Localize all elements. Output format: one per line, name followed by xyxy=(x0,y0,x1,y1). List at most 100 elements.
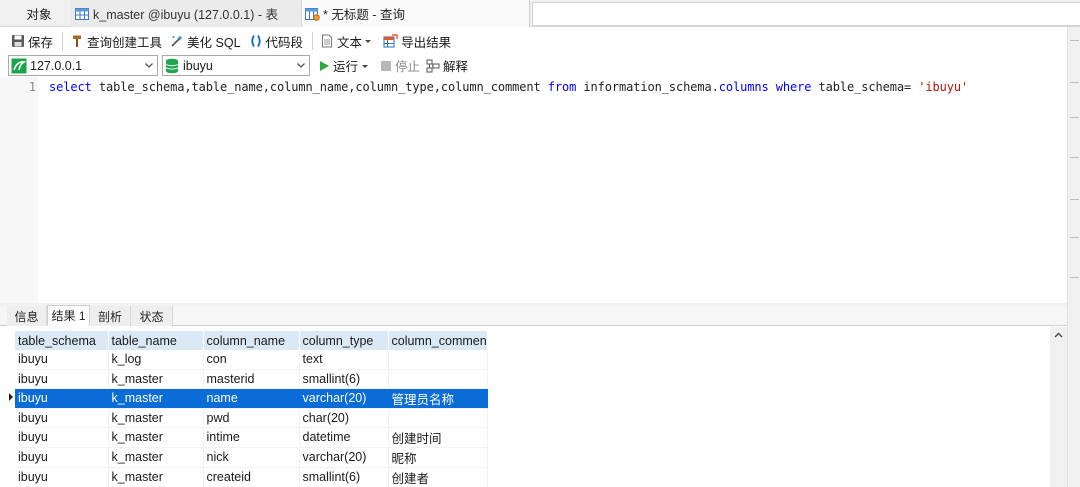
result-tab-bar: 信息 结果 1 剖析 状态 xyxy=(0,305,1067,326)
table-cell[interactable]: pwd xyxy=(203,408,300,428)
table-cell[interactable]: varchar(20) xyxy=(299,388,389,409)
vertical-scrollbar[interactable] xyxy=(1067,27,1080,487)
code-snippet-button[interactable]: 代码段 xyxy=(246,30,307,52)
table-cell[interactable]: ibuyu xyxy=(15,447,109,468)
beautify-sql-button[interactable]: 美化 SQL xyxy=(167,30,244,52)
database-value: ibuyu xyxy=(183,58,213,73)
table-row[interactable]: ibuyu k_master createid smallint(6) 创建者 xyxy=(15,467,488,487)
table-cell[interactable]: text xyxy=(299,350,389,370)
column-header[interactable]: column_name xyxy=(203,331,300,350)
table-cell[interactable]: k_master xyxy=(108,427,204,448)
table-row[interactable]: ibuyu k_master intime datetime 创建时间 xyxy=(15,427,488,448)
table-cell[interactable]: ibuyu xyxy=(15,427,109,448)
table-cell[interactable]: ibuyu xyxy=(15,467,109,487)
table-cell[interactable]: createid xyxy=(203,467,300,487)
save-button[interactable]: 保存 xyxy=(8,30,56,52)
chevron-down-icon xyxy=(297,63,305,68)
result-table: table_schema table_name column_name colu… xyxy=(15,331,488,487)
table-cell[interactable]: k_master xyxy=(108,467,204,487)
column-header[interactable]: column_commen xyxy=(388,331,488,350)
table-cell[interactable]: name xyxy=(203,388,300,409)
sql-keyword: where xyxy=(775,80,812,94)
run-button[interactable]: 运行 xyxy=(318,56,372,75)
sql-code-line[interactable]: select table_schema,table_name,column_na… xyxy=(49,80,968,94)
save-label: 保存 xyxy=(28,35,54,50)
table-cell[interactable]: intime xyxy=(203,427,300,448)
table-cell[interactable]: smallint(6) xyxy=(299,467,389,487)
tab-result-1[interactable]: 结果 1 xyxy=(47,305,90,326)
table-cell[interactable]: varchar(20) xyxy=(299,447,389,468)
table-cell[interactable]: ibuyu xyxy=(15,408,109,428)
database-select[interactable]: ibuyu xyxy=(162,55,310,76)
table-cell[interactable]: smallint(6) xyxy=(299,369,389,389)
grid-vertical-scrollbar[interactable] xyxy=(1050,327,1067,487)
tab-profile[interactable]: 剖析 xyxy=(90,306,131,326)
tab-query[interactable]: * 无标题 - 查询 xyxy=(302,0,530,27)
table-cell[interactable]: ibuyu xyxy=(15,388,109,409)
sql-text: table_schema,table_name,column_name,colu… xyxy=(91,80,548,94)
sql-string: 'ibuyu' xyxy=(918,80,969,94)
export-results-button[interactable]: 导出结果 xyxy=(380,30,454,52)
toolbar: 保存 查询创建工具 美化 SQL 代码段 文本 导出结果 xyxy=(0,28,1080,54)
table-cell[interactable]: masterid xyxy=(203,369,300,389)
result-grid[interactable]: table_schema table_name column_name colu… xyxy=(0,327,1067,487)
run-label: 运行 xyxy=(333,60,359,74)
sql-keyword: columns xyxy=(718,80,769,94)
sql-keyword: from xyxy=(547,80,577,94)
table-cell[interactable]: 昵称 xyxy=(388,447,488,468)
chevron-down-icon xyxy=(365,40,372,43)
tab-info-label: 信息 xyxy=(14,309,39,324)
table-cell[interactable]: con xyxy=(203,350,300,370)
export-grid-icon xyxy=(383,34,398,48)
column-header[interactable]: table_schema xyxy=(15,331,109,350)
table-cell[interactable] xyxy=(388,369,488,389)
explain-button[interactable]: 解释 xyxy=(426,56,468,75)
header-row: table_schema table_name column_name colu… xyxy=(15,331,488,350)
stop-button[interactable]: 停止 xyxy=(380,56,420,75)
stop-icon xyxy=(381,60,392,71)
table-cell[interactable]: ibuyu xyxy=(15,369,109,389)
table-cell[interactable]: k_master xyxy=(108,408,204,428)
table-row[interactable]: ibuyu k_master pwd char(20) xyxy=(15,408,488,428)
table-row[interactable]: ibuyu k_log con text xyxy=(15,350,488,370)
table-cell[interactable] xyxy=(388,408,488,428)
connection-select[interactable]: 127.0.0.1 xyxy=(8,55,158,76)
table-cell[interactable]: 创建时间 xyxy=(388,427,488,448)
table-cell[interactable]: datetime xyxy=(299,427,389,448)
toolbar-divider xyxy=(312,32,314,50)
tab-table-design[interactable]: k_master @ibuyu (127.0.0.1) - 表 xyxy=(70,0,302,27)
column-header[interactable]: column_type xyxy=(299,331,389,350)
table-cell[interactable]: k_master xyxy=(108,369,204,389)
tab-result-1-label: 结果 1 xyxy=(51,309,86,323)
tab-objects-label: 对象 xyxy=(26,8,52,22)
table-cell[interactable]: nick xyxy=(203,447,300,468)
scrollbar-marker xyxy=(1070,277,1079,278)
line-number: 1 xyxy=(28,80,36,94)
tab-table-label: k_master @ibuyu (127.0.0.1) - 表 xyxy=(93,8,278,22)
table-cell[interactable]: k_master xyxy=(108,447,204,468)
tab-status[interactable]: 状态 xyxy=(131,306,173,326)
play-icon xyxy=(320,60,329,71)
table-cell[interactable]: k_log xyxy=(108,350,204,370)
table-cell[interactable]: char(20) xyxy=(299,408,389,428)
tab-objects[interactable]: 对象 xyxy=(0,0,72,27)
query-builder-button[interactable]: 查询创建工具 xyxy=(67,30,165,52)
tab-info[interactable]: 信息 xyxy=(7,306,47,326)
table-row[interactable]: ibuyu k_master masterid smallint(6) xyxy=(15,369,488,389)
table-cell[interactable] xyxy=(388,350,488,370)
table-row[interactable]: ibuyu k_master nick varchar(20) 昵称 xyxy=(15,447,488,468)
sql-editor[interactable]: 1 select table_schema,table_name,column_… xyxy=(0,77,1067,303)
table-cell[interactable]: ibuyu xyxy=(15,350,109,370)
table-icon xyxy=(75,7,89,20)
table-cell[interactable]: 管理员名称 xyxy=(388,388,488,409)
save-icon xyxy=(12,35,24,47)
text-mode-button[interactable]: 文本 xyxy=(317,30,378,52)
scrollbar-marker xyxy=(1070,237,1079,238)
column-header[interactable]: table_name xyxy=(108,331,204,350)
database-icon xyxy=(165,58,179,73)
table-row-selected[interactable]: ibuyu k_master name varchar(20) 管理员名称 xyxy=(15,388,488,409)
table-cell[interactable]: 创建者 xyxy=(388,467,488,487)
chevron-down-icon xyxy=(362,64,369,68)
table-cell[interactable]: k_master xyxy=(108,388,204,409)
